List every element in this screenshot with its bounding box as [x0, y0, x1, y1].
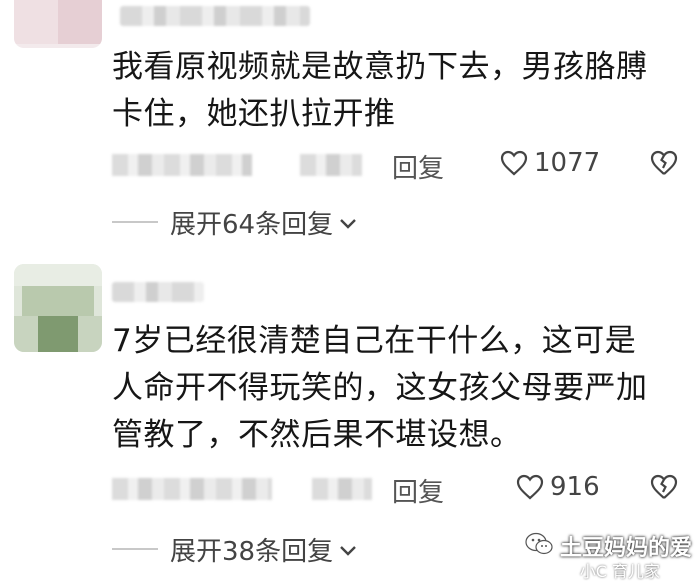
- like-count: 916: [550, 472, 600, 502]
- expand-label: 展开64条回复: [170, 209, 334, 240]
- like-count: 1077: [534, 148, 601, 178]
- username-blurred[interactable]: [120, 6, 310, 26]
- reply-button[interactable]: 回复: [392, 472, 444, 509]
- expand-replies[interactable]: 展开64条回复: [112, 205, 357, 240]
- heart-outline-icon: [500, 150, 528, 176]
- like-button[interactable]: 1077: [500, 148, 600, 178]
- broken-heart-icon[interactable]: [650, 150, 678, 176]
- heart-outline-icon: [516, 474, 544, 500]
- like-button[interactable]: 916: [516, 472, 600, 502]
- comment-meta: 回复 916: [112, 472, 692, 509]
- location-blurred: [300, 154, 362, 176]
- comment-meta: 回复 1077: [112, 148, 692, 185]
- location-blurred: [312, 478, 372, 500]
- expand-label: 展开38条回复: [170, 536, 334, 567]
- timestamp-blurred: [112, 154, 252, 176]
- divider-line: [112, 221, 158, 223]
- username-blurred[interactable]: [112, 282, 204, 302]
- expand-replies[interactable]: 展开38条回复: [112, 532, 357, 567]
- timestamp-blurred: [112, 478, 272, 500]
- chevron-down-icon: [339, 534, 357, 564]
- reply-button[interactable]: 回复: [392, 148, 444, 185]
- chevron-down-icon: [339, 207, 357, 237]
- comment-text: 7岁已经很清楚自己在干什么，这可是 人命开不得玩笑的，这女孩父母要严加 管教了，…: [112, 323, 648, 453]
- avatar[interactable]: [14, 0, 102, 48]
- watermark-subtext: 小C 育儿家: [579, 562, 660, 581]
- divider-line: [112, 548, 158, 550]
- avatar[interactable]: [14, 264, 102, 352]
- wechat-icon: [524, 531, 554, 561]
- comment-text: 我看原视频就是故意扔下去，男孩胳膊 卡住，她还扒拉开推: [112, 49, 648, 132]
- broken-heart-icon[interactable]: [650, 474, 678, 500]
